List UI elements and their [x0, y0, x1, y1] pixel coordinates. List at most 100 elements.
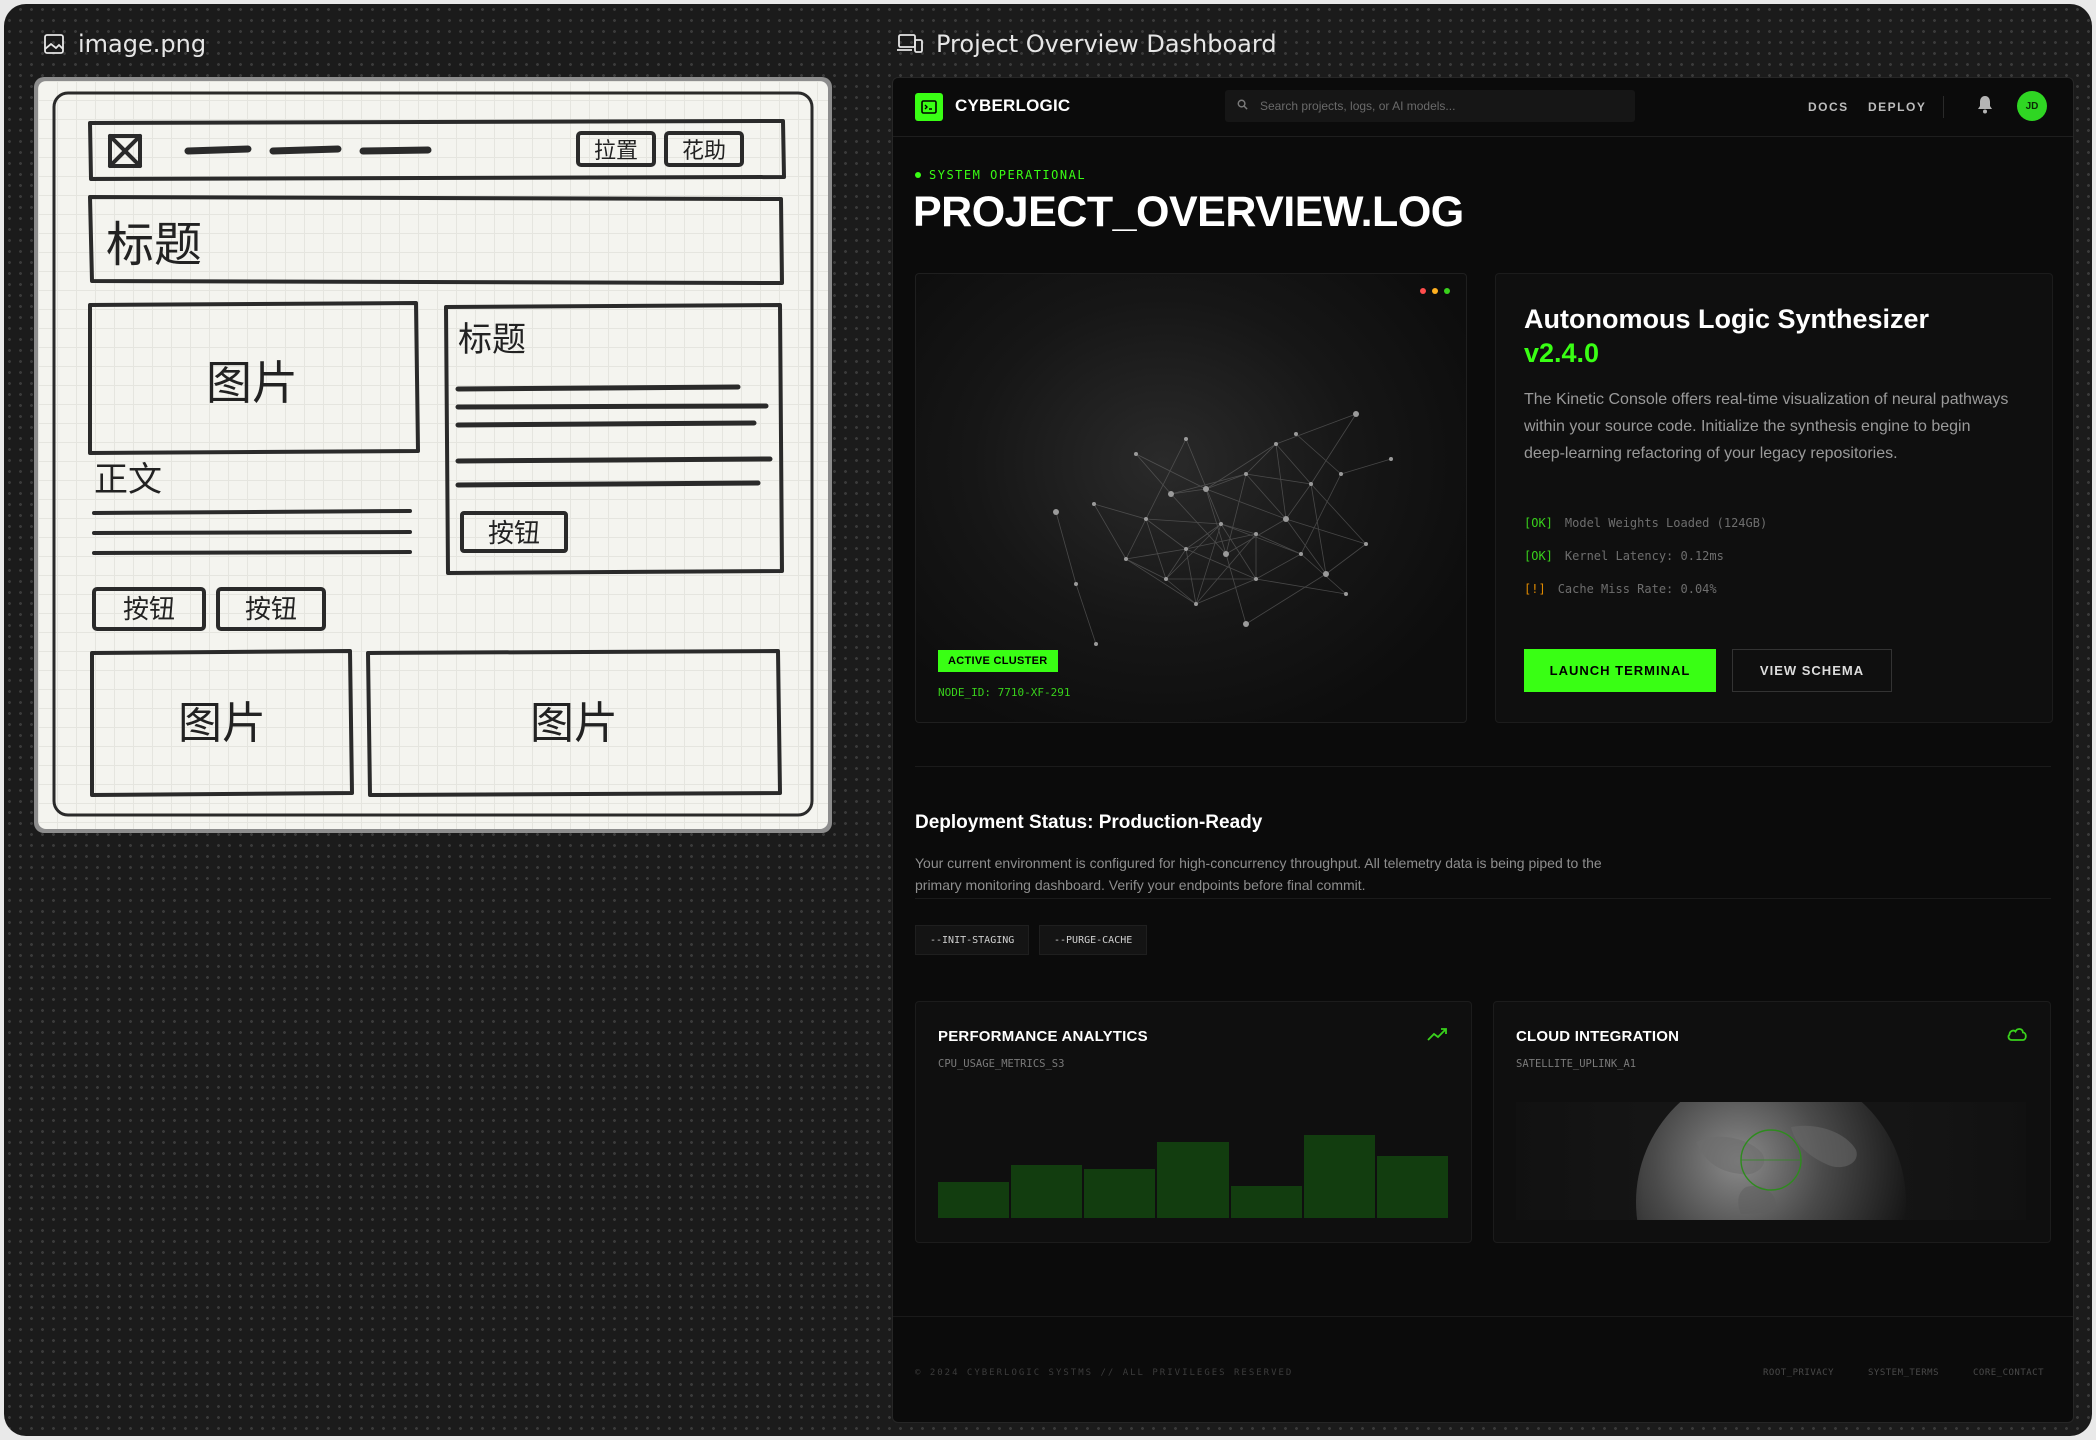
view-schema-button[interactable]: VIEW SCHEMA	[1732, 649, 1892, 692]
devices-icon	[896, 32, 924, 56]
network-edge	[1275, 443, 1287, 520]
log-line: [OK] Kernel Latency: 0.12ms	[1524, 549, 1724, 563]
network-node	[1053, 509, 1059, 515]
sketch-bottom-image-1: 图片	[178, 698, 266, 749]
left-pane-filename: image.png	[78, 30, 207, 58]
sketch-body-label: 正文	[94, 460, 162, 500]
node-id: NODE_ID: 7710-XF-291	[938, 686, 1071, 699]
card-subtitle: CPU_USAGE_METRICS_S3	[938, 1058, 1065, 1070]
footer-link-contact[interactable]: CORE_CONTACT	[1973, 1368, 2044, 1378]
network-edge	[1165, 548, 1187, 580]
cpu-bar	[1084, 1169, 1156, 1218]
network-node	[1299, 552, 1303, 556]
network-edge	[1340, 458, 1392, 475]
nav-divider	[1943, 96, 1944, 118]
search-bar[interactable]	[1225, 90, 1635, 122]
network-node	[1389, 457, 1393, 461]
network-node	[1339, 472, 1343, 476]
network-node	[1364, 542, 1368, 546]
cpu-bar	[938, 1182, 1010, 1218]
network-node	[1243, 621, 1249, 627]
window-controls	[1420, 288, 1450, 294]
network-node	[1092, 502, 1096, 506]
log-text: Model Weights Loaded (124GB)	[1564, 516, 1768, 530]
network-edge	[1275, 443, 1312, 485]
sketch-nav-button-1: 拉置	[594, 139, 638, 164]
network-edge	[1145, 518, 1187, 550]
network-edge	[1255, 533, 1302, 555]
network-edge	[1245, 473, 1287, 520]
card-title: PERFORMANCE ANALYTICS	[938, 1028, 1148, 1045]
nav-link-docs[interactable]: DOCS	[1808, 100, 1849, 114]
sketch-nav-button-2: 花助	[682, 139, 726, 164]
section-divider	[915, 898, 2051, 899]
card-title: CLOUD INTEGRATION	[1516, 1028, 1680, 1045]
purge-cache-button[interactable]: --PURGE-CACHE	[1039, 925, 1148, 955]
dashboard-app: CYBERLOGIC DOCS DEPLOY JD	[892, 77, 2074, 1423]
init-staging-button[interactable]: --INIT-STAGING	[915, 925, 1030, 955]
log-text: Cache Miss Rate: 0.04%	[1557, 582, 1717, 596]
network-node	[1244, 472, 1248, 476]
network-node	[1254, 577, 1258, 581]
network-node	[1274, 442, 1278, 446]
sketch-side-title: 标题	[458, 320, 526, 360]
log-line: [OK] Model Weights Loaded (124GB)	[1524, 516, 1767, 530]
log-status-tag: [OK]	[1524, 516, 1553, 530]
nav-link-deploy[interactable]: DEPLOY	[1868, 100, 1926, 114]
cloud-integration-card[interactable]: CLOUD INTEGRATION SATELLITE_UPLINK_A1	[1493, 1001, 2051, 1243]
network-edge	[1225, 473, 1247, 555]
search-input[interactable]	[1258, 98, 1622, 114]
user-avatar[interactable]: JD	[2017, 91, 2047, 121]
search-icon	[1237, 97, 1248, 115]
brand-name[interactable]: CYBERLOGIC	[955, 96, 1070, 116]
performance-analytics-card[interactable]: PERFORMANCE ANALYTICS CPU_USAGE_METRICS_…	[915, 1001, 1472, 1243]
network-node	[1184, 547, 1188, 551]
network-node	[1353, 411, 1359, 417]
terminal-logo-icon[interactable]	[915, 93, 943, 121]
notification-bell-icon[interactable]	[1976, 94, 1994, 119]
network-edge	[1205, 488, 1287, 520]
log-status-tag: [!]	[1524, 582, 1546, 596]
network-edge	[1125, 548, 1187, 560]
network-edge	[1225, 553, 1247, 625]
network-edge	[1245, 573, 1327, 625]
network-edge	[1245, 443, 1277, 475]
network-node	[1184, 437, 1188, 441]
network-node	[1344, 592, 1348, 596]
footer-link-privacy[interactable]: ROOT_PRIVACY	[1763, 1368, 1834, 1378]
right-pane-header: Project Overview Dashboard	[896, 24, 1277, 64]
footer-divider	[893, 1316, 2073, 1317]
top-nav: CYBERLOGIC DOCS DEPLOY JD	[893, 78, 2073, 137]
network-node	[1294, 432, 1298, 436]
earth-globe-image	[1516, 1102, 2026, 1220]
synthesizer-info-card: Autonomous Logic Synthesizer v2.4.0 The …	[1495, 273, 2053, 723]
network-node	[1074, 582, 1078, 586]
network-node	[1194, 602, 1198, 606]
launch-terminal-button[interactable]: LAUNCH TERMINAL	[1524, 649, 1716, 692]
footer-link-terms[interactable]: SYSTEM_TERMS	[1868, 1368, 1939, 1378]
deployment-title: Deployment Status: Production-Ready	[915, 812, 1263, 833]
product-version: v2.4.0	[1524, 338, 1600, 368]
cpu-bar	[1011, 1165, 1083, 1218]
sketch-image-label: 图片	[206, 356, 298, 410]
network-node	[1283, 516, 1289, 522]
network-node	[1134, 452, 1138, 456]
deployment-description: Your current environment is configured f…	[915, 855, 1602, 893]
network-edge	[1145, 518, 1167, 580]
log-text: Kernel Latency: 0.12ms	[1564, 549, 1724, 563]
network-edge	[1125, 558, 1197, 605]
network-edge	[1295, 433, 1342, 475]
product-description: The Kinetic Console offers real-time vis…	[1524, 391, 2009, 462]
sketch-button-2: 按钮	[245, 595, 297, 625]
sketch-header-title: 标题	[106, 217, 202, 273]
status-text: SYSTEM OPERATIONAL	[929, 168, 1087, 182]
network-node	[1094, 642, 1098, 646]
system-status: SYSTEM OPERATIONAL	[915, 168, 1086, 182]
right-pane-title: Project Overview Dashboard	[936, 30, 1277, 58]
log-line: [!] Cache Miss Rate: 0.04%	[1524, 582, 1717, 596]
network-edge	[1255, 578, 1347, 595]
network-visual-card: ACTIVE CLUSTER NODE_ID: 7710-XF-291	[915, 273, 1467, 723]
network-edge	[1185, 548, 1197, 605]
network-edge	[1075, 583, 1097, 645]
network-edge	[1310, 413, 1357, 485]
